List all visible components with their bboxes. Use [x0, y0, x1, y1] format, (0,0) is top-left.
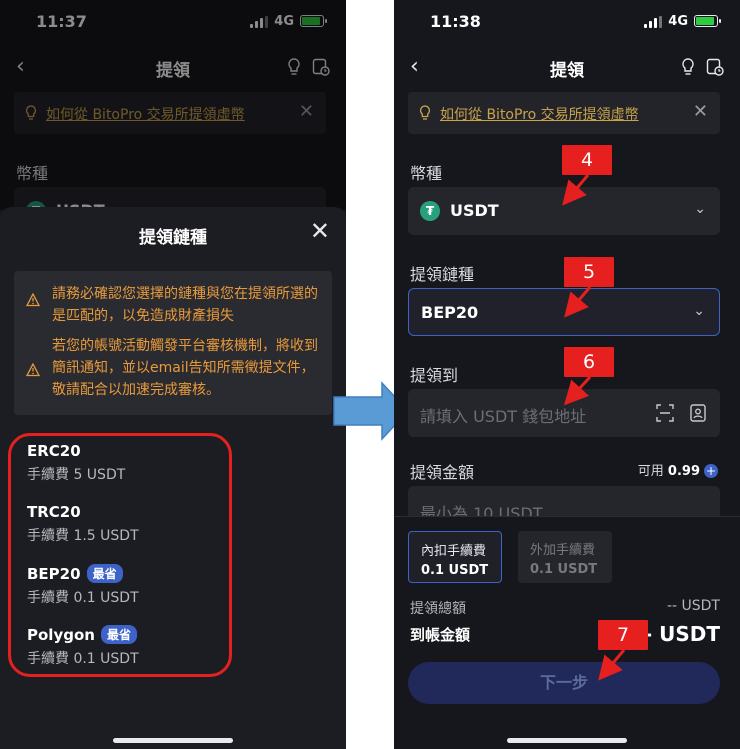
currency-label: 幣種 [410, 164, 443, 183]
received-label: 到帳金額 [410, 626, 471, 644]
chevron-down-icon: ⌄ [693, 303, 705, 319]
total-row: 提領總額 -- USDT [410, 598, 720, 618]
close-icon[interactable]: ✕ [693, 101, 708, 122]
fee-inclusive-option[interactable]: 內扣手續費 0.1 USDT [408, 531, 502, 583]
available-value: 0.99 [667, 464, 700, 479]
next-button[interactable]: 下一步 [408, 662, 720, 704]
scan-icon[interactable] [656, 404, 674, 422]
chain-fee: 手續費 0.1 USDT [27, 590, 139, 606]
chain-list-highlight: ERC20 手續費 5 USDT TRC20 手續費 1.5 USDT BEP2… [8, 433, 232, 677]
chain-fee: 手續費 5 USDT [27, 467, 126, 483]
warning-icon [26, 293, 40, 307]
address-label: 提領到 [410, 366, 459, 385]
fee-exclusive-label: 外加手續費 [530, 543, 596, 558]
help-banner: 如何從 BitoPro 交易所提領虛幣 ✕ [408, 92, 720, 134]
available-label: 可用 [637, 464, 664, 479]
history-icon[interactable] [706, 58, 724, 76]
chain-name: Polygon [27, 625, 95, 644]
chain-option-trc20[interactable]: TRC20 手續費 1.5 USDT [27, 503, 139, 545]
received-row: 到帳金額 -- USDT [410, 622, 720, 648]
chain-fee: 手續費 0.1 USDT [27, 651, 139, 667]
help-link[interactable]: 如何從 BitoPro 交易所提領虛幣 [440, 104, 639, 124]
chain-name: TRC20 [27, 503, 81, 521]
warning-icon [26, 363, 40, 377]
available-balance: 可用 0.99 + [638, 460, 718, 479]
chain-name: ERC20 [27, 442, 81, 460]
lightbulb-icon[interactable] [680, 58, 696, 76]
tether-icon: ₮ [420, 201, 440, 221]
step-marker: 5 [564, 257, 614, 287]
chain-option-erc20[interactable]: ERC20 手續費 5 USDT [27, 442, 125, 484]
amount-placeholder: 最小為 10 USDT [420, 504, 543, 516]
divider [394, 516, 740, 517]
chain-label: 提領鏈種 [410, 265, 475, 284]
chain-select[interactable]: BEP20 ⌄ [408, 288, 720, 336]
amount-input[interactable]: 最小為 10 USDT [408, 486, 720, 516]
chain-value: BEP20 [421, 303, 479, 322]
home-indicator [113, 738, 233, 743]
battery-icon [694, 15, 721, 27]
step-marker: 4 [562, 145, 612, 175]
network-label: 4G [668, 14, 688, 29]
received-value: -- USDT [635, 622, 720, 646]
fee-inclusive-value: 0.1 USDT [421, 563, 489, 578]
fee-exclusive-value: 0.1 USDT [530, 562, 598, 577]
home-indicator [507, 738, 627, 743]
cheapest-badge: 最省 [100, 625, 137, 644]
warning-text-chain: 請務必確認您選擇的鏈種與您在提領所選的是匹配的，以免造成財產損失 [52, 286, 318, 324]
total-value: -- USDT [666, 598, 720, 614]
currency-value: USDT [450, 201, 499, 220]
chain-bottom-sheet: 提領鏈種 ✕ 請務必確認您選擇的鏈種與您在提領所選的是匹配的，以免造成財產損失 … [0, 207, 346, 749]
currency-select[interactable]: ₮ USDT ⌄ [408, 187, 720, 235]
warning-box: 請務必確認您選擇的鏈種與您在提領所選的是匹配的，以免造成財產損失 若您的帳號活動… [14, 271, 332, 415]
sheet-title: 提領鏈種 [139, 228, 207, 248]
add-funds-icon[interactable]: + [704, 464, 718, 478]
address-book-icon[interactable] [690, 404, 706, 422]
chain-option-polygon[interactable]: Polygon 最省 手續費 0.1 USDT [27, 625, 139, 668]
status-bar: 11:38 4G [394, 0, 740, 44]
address-placeholder: 請填入 USDT 錢包地址 [420, 407, 587, 426]
cheapest-badge: 最省 [86, 564, 123, 583]
dim-overlay[interactable] [0, 0, 346, 210]
chevron-down-icon: ⌄ [694, 201, 706, 217]
warning-text-review: 若您的帳號活動觸發平台審核機制，將收到簡訊通知，並以email告知所需徵提文件，… [52, 338, 318, 398]
left-screen: 11:37 4G ‹ 提領 如何從 BitoPro 交易所提領虛幣 ✕ 幣種 ₮… [0, 0, 346, 749]
total-label: 提領總額 [410, 601, 466, 617]
step-marker: 6 [564, 347, 614, 377]
close-icon[interactable]: ✕ [310, 217, 330, 245]
signal-icon [644, 16, 662, 28]
fee-exclusive-option[interactable]: 外加手續費 0.1 USDT [518, 531, 612, 583]
nav-bar: ‹ 提領 [394, 48, 740, 88]
amount-label: 提領金額 [410, 463, 475, 482]
chain-name: BEP20 [27, 564, 81, 583]
lightbulb-icon [420, 105, 430, 120]
chain-fee: 手續費 1.5 USDT [27, 528, 139, 544]
step-marker: 7 [598, 620, 648, 650]
address-input[interactable]: 請填入 USDT 錢包地址 [408, 389, 720, 437]
status-time: 11:38 [430, 12, 481, 31]
chain-option-bep20[interactable]: BEP20 最省 手續費 0.1 USDT [27, 564, 139, 607]
fee-inclusive-label: 內扣手續費 [421, 544, 487, 559]
